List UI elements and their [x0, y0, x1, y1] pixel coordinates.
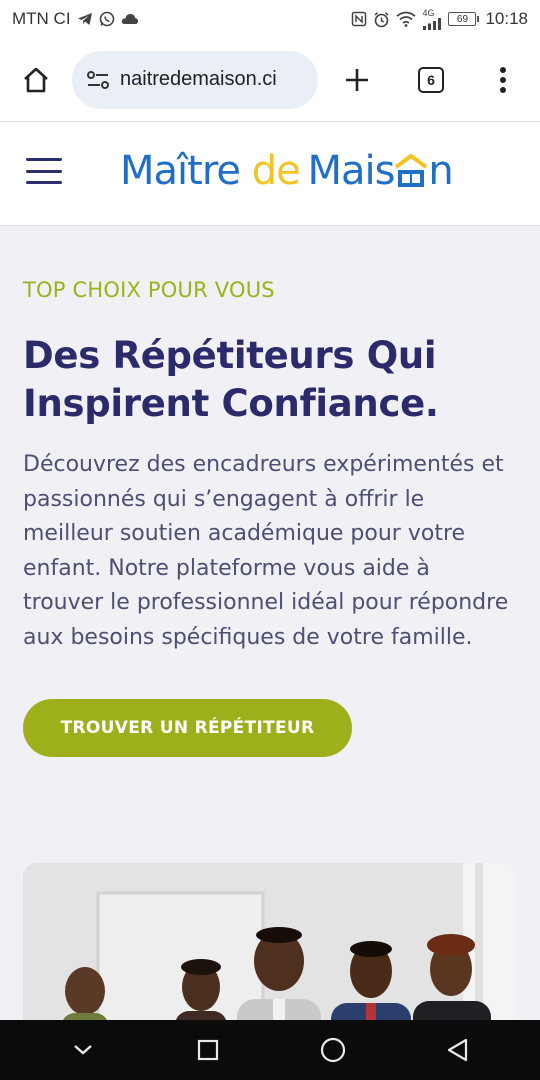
signal-icon: 4G	[422, 7, 442, 30]
tab-count[interactable]: 6	[418, 66, 444, 93]
home-circle-icon[interactable]	[311, 1028, 355, 1072]
battery-level: 69	[448, 12, 477, 26]
site-settings-icon[interactable]	[86, 69, 110, 91]
hamburger-line	[26, 158, 62, 161]
status-bar: MTN CI 4G 69 10:18	[0, 0, 540, 38]
hero-description: Découvrez des encadreurs expérimentés et…	[23, 452, 509, 650]
back-triangle-icon[interactable]	[436, 1028, 480, 1072]
network-type-label: 4G	[422, 7, 435, 18]
back-chevron-icon[interactable]	[61, 1028, 105, 1072]
alarm-icon	[373, 11, 390, 28]
new-tab-icon[interactable]	[333, 56, 381, 104]
cloud-icon	[121, 12, 139, 26]
hero-section: TOP CHOIX POUR VOUS Des Répétiteurs Qui …	[0, 226, 540, 757]
nfc-icon	[351, 11, 367, 27]
tutors-group-photo	[23, 863, 517, 1043]
find-tutor-button[interactable]: TROUVER UN RÉPÉTITEUR	[23, 699, 352, 757]
carrier-label: MTN CI	[12, 9, 71, 28]
whatsapp-icon	[99, 11, 115, 27]
hamburger-line	[26, 169, 62, 173]
tabs-icon[interactable]: 6	[407, 56, 455, 104]
clock-time: 10:18	[485, 9, 528, 28]
status-left: MTN CI	[12, 9, 139, 29]
tutors-photo-illustration	[23, 863, 517, 1043]
status-right: 4G 69 10:18	[351, 7, 528, 30]
url-text[interactable]: naitredemaison.ci	[120, 68, 277, 91]
more-menu-icon[interactable]	[479, 56, 527, 104]
browser-toolbar: naitredemaison.ci 6	[0, 38, 540, 122]
battery-icon: 69	[448, 12, 480, 26]
hero-headline-line2: Inspirent Confiance.	[23, 382, 439, 425]
battery-tip	[477, 16, 480, 22]
hero-headline: Des Répétiteurs Qui Inspirent Confiance.	[23, 332, 517, 428]
site-logo[interactable]: Maître de Mais n	[120, 148, 454, 194]
telegram-icon	[77, 11, 93, 27]
system-nav-bar	[0, 1020, 540, 1080]
address-bar[interactable]: naitredemaison.ci	[72, 50, 318, 109]
hamburger-line	[26, 181, 62, 184]
logo-house-book-icon	[394, 153, 428, 189]
recents-square-icon[interactable]	[186, 1028, 230, 1072]
logo-letter-n: n	[428, 148, 453, 194]
hamburger-menu-icon[interactable]	[26, 158, 62, 184]
hero-eyebrow: TOP CHOIX POUR VOUS	[23, 278, 275, 302]
home-icon[interactable]	[12, 56, 60, 104]
hero-headline-line1: Des Répétiteurs Qui	[23, 334, 437, 377]
logo-word-de: de	[251, 148, 301, 194]
logo-word-maitre: Maître	[120, 148, 241, 194]
site-header: Maître de Mais n	[0, 122, 540, 226]
wifi-icon	[396, 11, 417, 27]
logo-word-mais: Mais	[307, 148, 395, 194]
